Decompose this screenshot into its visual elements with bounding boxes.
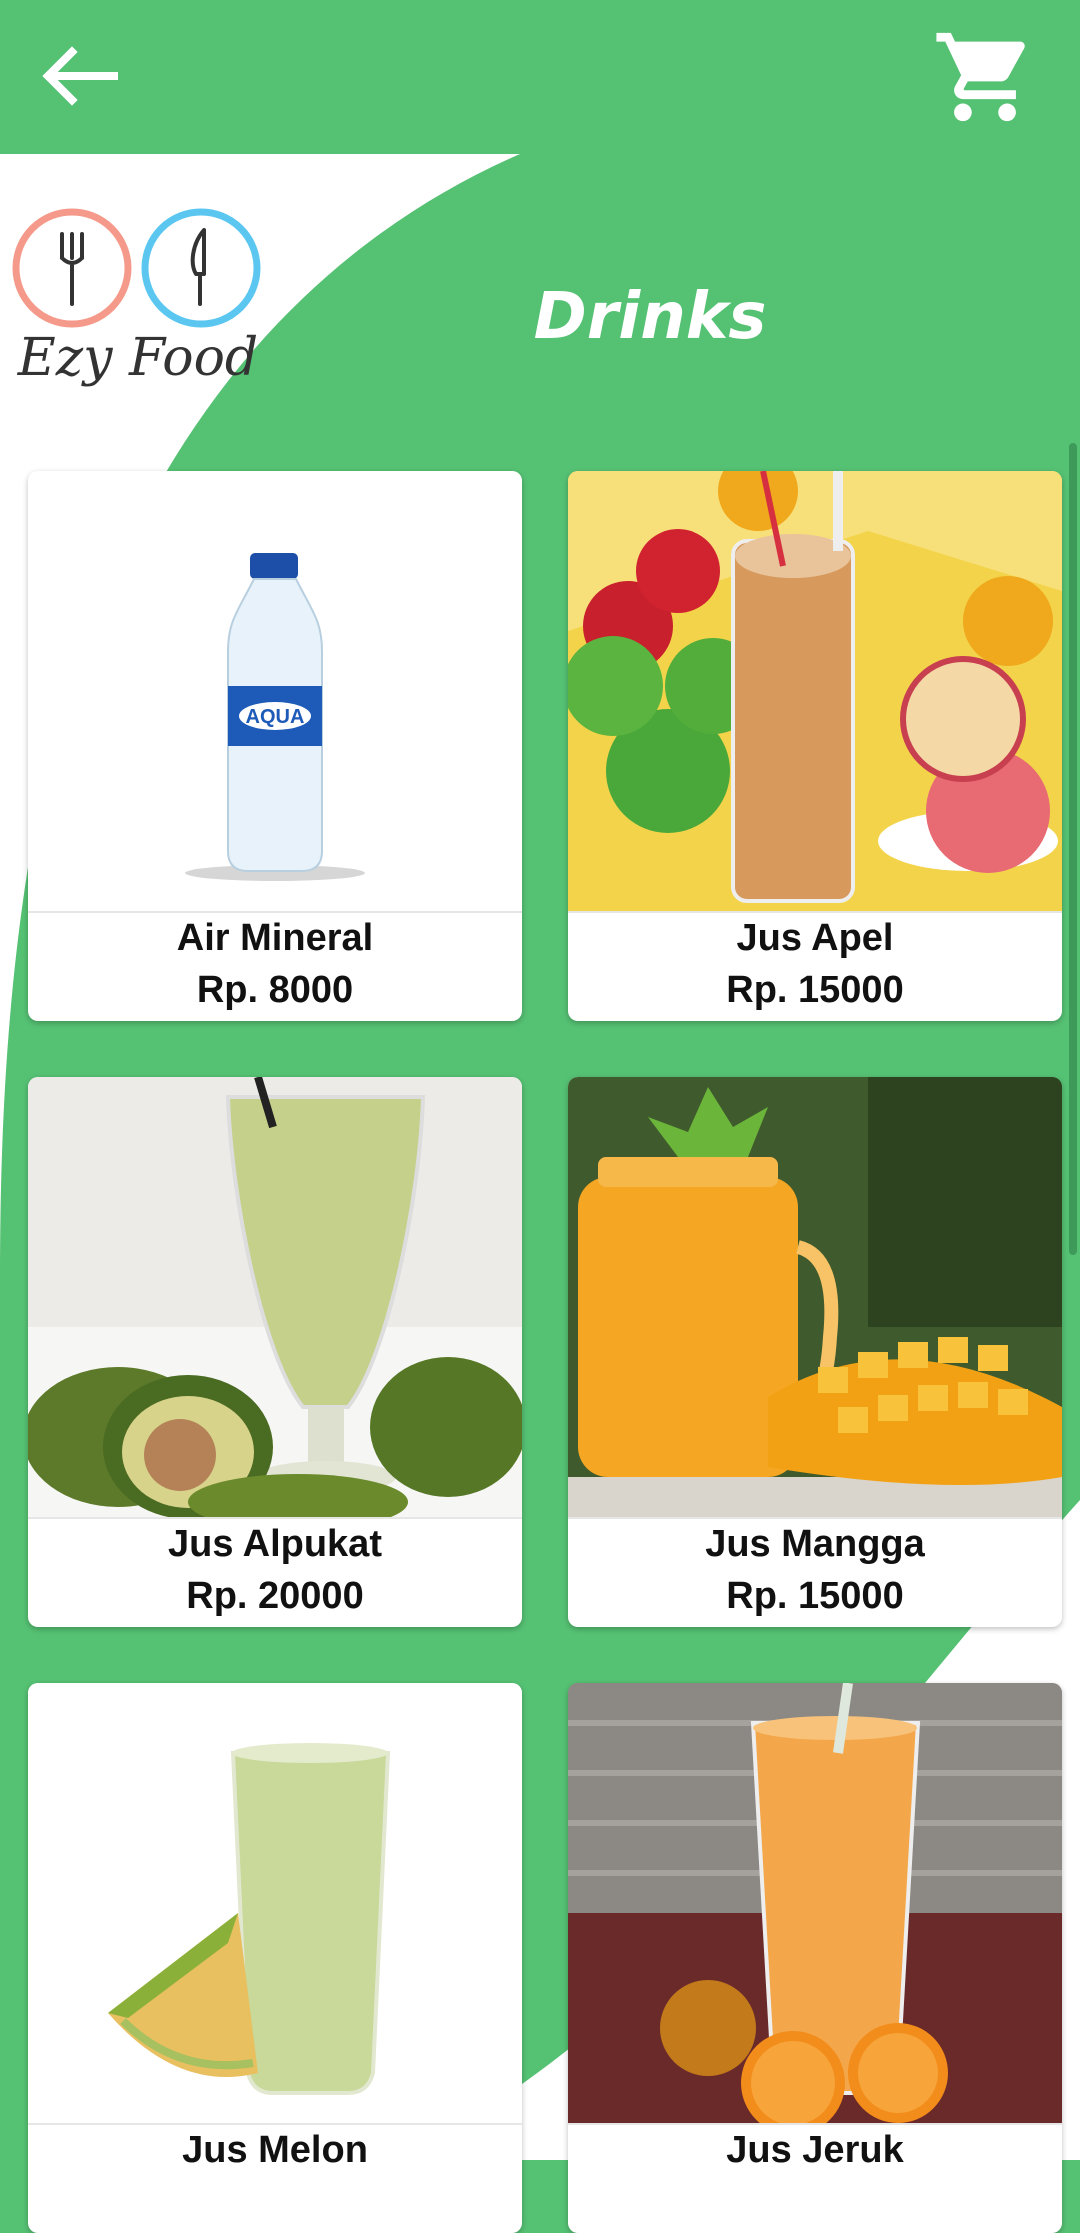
card-divider: [568, 911, 1062, 913]
item-price: Rp. 15000: [726, 969, 904, 1011]
menu-item-jus-jeruk[interactable]: Jus Jeruk: [568, 1683, 1062, 2233]
shopping-cart-icon: [936, 32, 1025, 122]
app-bar: [0, 0, 1080, 154]
menu-item-jus-mangga[interactable]: Jus Mangga Rp. 15000: [568, 1077, 1062, 1627]
jus-melon-image: [28, 1683, 522, 2123]
card-divider: [28, 911, 522, 913]
item-price: Rp. 8000: [196, 969, 354, 1011]
menu-item-air-mineral[interactable]: AQUA Air Mineral Rp. 8000: [28, 471, 522, 1021]
logo-text: Ezy Food: [17, 328, 259, 388]
menu-item-jus-alpukat[interactable]: Jus Alpukat Rp. 20000: [28, 1077, 522, 1627]
item-price: Rp. 15000: [726, 1575, 904, 1617]
card-divider: [568, 2123, 1062, 2125]
scrollbar[interactable]: [1069, 443, 1077, 1255]
card-divider: [28, 1517, 522, 1519]
jus-mangga-image: [568, 1077, 1062, 1517]
card-divider: [568, 1517, 1062, 1519]
item-name: Jus Melon: [182, 2129, 368, 2171]
page-title: Drinks: [533, 280, 767, 354]
item-price: Rp. 20000: [186, 1575, 364, 1617]
item-name: Jus Alpukat: [168, 1523, 382, 1565]
arrow-left-icon: [42, 46, 118, 106]
back-button[interactable]: [36, 36, 120, 120]
cart-button[interactable]: [932, 24, 1038, 130]
item-name: Jus Mangga: [705, 1523, 925, 1565]
item-name: Jus Apel: [736, 917, 894, 959]
svg-text:AQUA: AQUA: [246, 706, 305, 728]
menu-item-jus-melon[interactable]: Jus Melon: [28, 1683, 522, 2233]
ezy-food-logo: Ezy Food: [8, 202, 268, 402]
jus-alpukat-image: [28, 1077, 522, 1517]
jus-jeruk-image: [568, 1683, 1062, 2123]
fork-knife-logo-icon: [12, 208, 261, 328]
jus-apel-image: [568, 471, 1062, 911]
air-mineral-image: AQUA: [28, 471, 522, 911]
item-name: Air Mineral: [176, 917, 374, 959]
menu-item-jus-apel[interactable]: Jus Apel Rp. 15000: [568, 471, 1062, 1021]
card-divider: [28, 2123, 522, 2125]
item-name: Jus Jeruk: [726, 2129, 904, 2171]
